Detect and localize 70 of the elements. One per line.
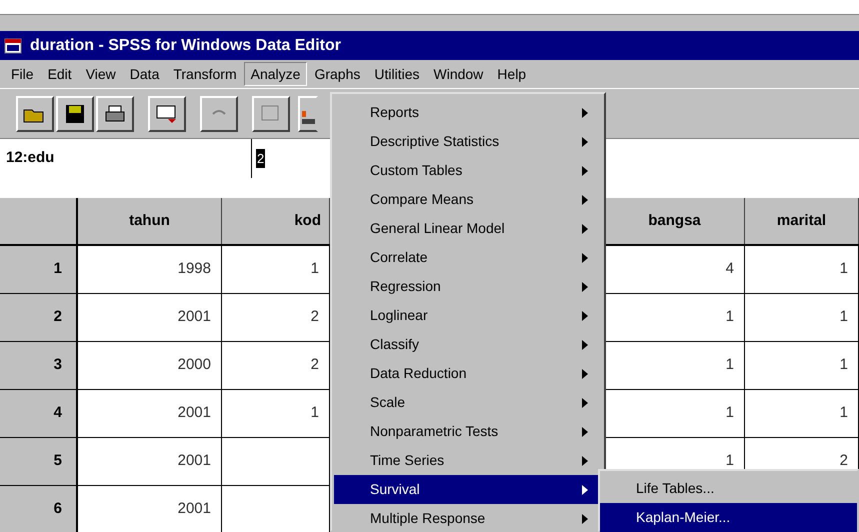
menu-item[interactable]: Multiple Response (334, 504, 602, 532)
menu-item[interactable]: Edit (40, 62, 79, 86)
menu-item[interactable]: Time Series (334, 446, 602, 475)
menu-item[interactable]: Graphs (307, 62, 368, 86)
menu-item[interactable]: Data (122, 62, 166, 86)
table-cell: 2001 (78, 486, 222, 532)
menu-item[interactable]: Nonparametric Tests (334, 417, 602, 446)
menu-item[interactable]: Reports (334, 98, 602, 127)
submenu-arrow-icon (582, 398, 588, 408)
submenu-arrow-icon (582, 136, 588, 146)
submenu-arrow-icon (582, 252, 588, 262)
submenu-arrow-icon (582, 484, 588, 494)
submenu-arrow-icon (582, 282, 588, 292)
table-cell: 1 (745, 294, 859, 341)
submenu-arrow-icon (582, 426, 588, 436)
goto-case-icon[interactable] (298, 96, 318, 132)
row-header[interactable]: 3 (0, 342, 78, 389)
menu-item[interactable]: Data Reduction (334, 359, 602, 388)
submenu-arrow-icon (582, 224, 588, 234)
table-cell: 2001 (78, 390, 222, 437)
table-cell: 2001 (78, 438, 222, 485)
menu-item[interactable]: View (78, 62, 123, 86)
submenu-arrow-icon (582, 194, 588, 204)
submenu-arrow-icon (582, 368, 588, 378)
print-icon[interactable] (96, 96, 134, 132)
table-cell: 1 (745, 390, 859, 437)
table-cell: 1998 (78, 246, 222, 293)
row-header[interactable]: 6 (0, 486, 78, 532)
menu-item[interactable]: Compare Means (334, 185, 602, 214)
table-cell: 1 (745, 246, 859, 293)
menu-item[interactable]: Help (490, 62, 534, 86)
menu-item[interactable]: Descriptive Statistics (334, 127, 602, 156)
menu-item[interactable]: Scale (334, 388, 602, 417)
menu-item[interactable]: Loglinear (334, 301, 602, 330)
menu-item[interactable]: Window (426, 62, 490, 86)
menu-item[interactable]: Correlate (334, 243, 602, 272)
menu-item[interactable]: File (4, 62, 41, 86)
submenu-arrow-icon (582, 456, 588, 466)
column-header[interactable]: bangsa (605, 198, 745, 244)
submenu-arrow-icon (582, 514, 588, 524)
submenu-arrow-icon (582, 166, 588, 176)
row-header[interactable]: 5 (0, 438, 78, 485)
menu-item[interactable]: General Linear Model (334, 214, 602, 243)
save-icon[interactable] (56, 96, 94, 132)
window-title: duration - SPSS for Windows Data Editor (30, 36, 341, 56)
table-cell: 1 (745, 342, 859, 389)
cell-value-field[interactable]: 2 (252, 139, 322, 178)
table-cell: 2001 (78, 294, 222, 341)
column-header[interactable]: tahun (78, 198, 222, 244)
column-header[interactable]: kod (222, 198, 330, 244)
row-header[interactable]: 2 (0, 294, 78, 341)
menu-item[interactable]: Classify (334, 330, 602, 359)
column-header[interactable]: marital (745, 198, 859, 244)
menu-item[interactable]: Utilities (367, 62, 426, 86)
dialog-recall-icon[interactable] (148, 96, 186, 132)
menu-item[interactable]: Analyze (244, 62, 308, 86)
open-folder-icon[interactable] (16, 96, 54, 132)
menu-item[interactable]: Custom Tables (334, 156, 602, 185)
submenu-arrow-icon (582, 108, 588, 118)
menu-item[interactable]: Regression (334, 272, 602, 301)
menu-item[interactable]: Kaplan-Meier... (600, 503, 857, 532)
table-cell: 2000 (78, 342, 222, 389)
goto-chart-icon[interactable] (252, 96, 290, 132)
undo-icon[interactable] (200, 96, 238, 132)
app-window-icon (4, 36, 22, 54)
row-header[interactable]: 1 (0, 246, 78, 293)
menu-item[interactable]: Transform (166, 62, 244, 86)
submenu-arrow-icon (582, 340, 588, 350)
submenu-arrow-icon (582, 310, 588, 320)
row-header[interactable]: 4 (0, 390, 78, 437)
